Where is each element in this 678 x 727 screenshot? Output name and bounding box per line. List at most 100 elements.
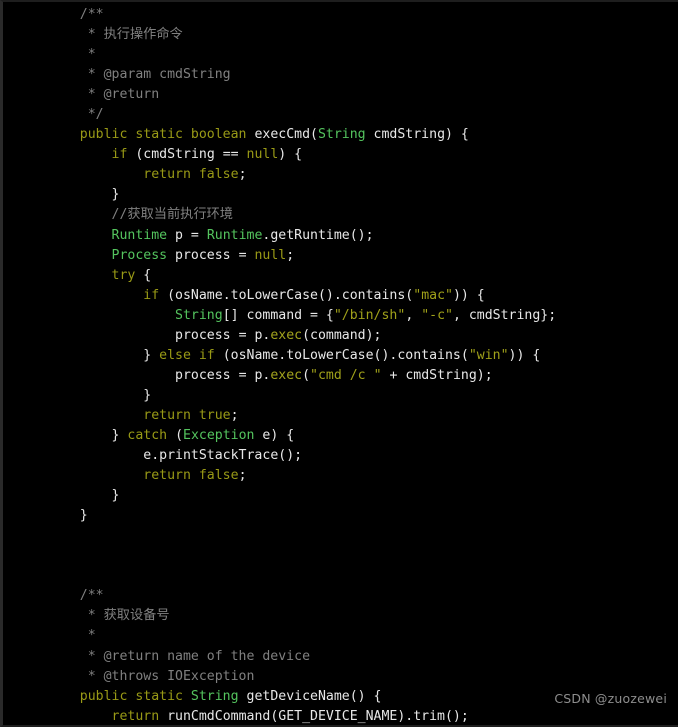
- code-line: }: [48, 386, 556, 406]
- code-line: return false;: [48, 466, 556, 486]
- code-line: *: [48, 626, 556, 646]
- identifier-token: ;: [286, 247, 295, 263]
- keyword-token: null: [246, 147, 279, 163]
- code-line: */: [48, 105, 556, 125]
- comment-token: * @return name of the device: [48, 648, 311, 664]
- identifier-token: .getRuntime();: [262, 227, 374, 243]
- comment-token: * 获取设备号: [48, 608, 170, 624]
- keyword-token: null: [254, 247, 287, 263]
- comment-token: /**: [48, 588, 104, 604]
- identifier-token: ;: [238, 468, 247, 484]
- method-token: exec: [270, 367, 303, 383]
- comment-token: * @param cmdString: [48, 67, 231, 83]
- identifier-token: ;: [238, 167, 247, 183]
- code-line: if (osName.toLowerCase().contains("mac")…: [48, 286, 556, 306]
- identifier-token: + cmdString);: [381, 367, 493, 383]
- type-token: Runtime: [111, 227, 168, 243]
- identifier-token: (: [167, 427, 184, 443]
- code-line: } else if (osName.toLowerCase().contains…: [48, 346, 556, 366]
- identifier-token: (cmdString ==: [127, 147, 247, 163]
- code-line: Process process = null;: [48, 246, 556, 266]
- code-line: * @param cmdString: [48, 65, 556, 85]
- keyword-token: return false: [143, 167, 239, 183]
- brace-token: }: [111, 427, 128, 443]
- identifier-token: (osName.toLowerCase().contains(: [159, 287, 414, 303]
- keyword-token: catch: [127, 427, 168, 443]
- type-token: Process: [111, 247, 168, 263]
- identifier-token: runCmdCommand(GET_DEVICE_NAME).trim();: [159, 708, 469, 724]
- keyword-token: return: [111, 708, 160, 724]
- identifier-token: )) {: [452, 287, 485, 303]
- code-line: /**: [48, 5, 556, 25]
- identifier-token: [] command = {: [222, 307, 334, 323]
- identifier-token: , cmdString};: [452, 307, 557, 323]
- type-token: String: [190, 688, 239, 704]
- comment-token: * @return: [48, 87, 160, 103]
- code-line: * @throws IOException: [48, 667, 556, 687]
- code-line: return true;: [48, 406, 556, 426]
- identifier-token: process = p.: [175, 367, 271, 383]
- string-token: "cmd /c ": [310, 367, 382, 383]
- string-token: "-c": [421, 307, 453, 323]
- keyword-token: if: [111, 147, 128, 163]
- identifier-token: cmdString) {: [365, 127, 469, 143]
- keyword-token: public static boolean: [79, 127, 255, 143]
- keyword-token: else if: [159, 347, 215, 363]
- comment-token: /**: [48, 7, 104, 22]
- comment-token: * 执行操作命令: [48, 27, 183, 43]
- code-line: public static String getDeviceName() {: [48, 687, 556, 707]
- type-token: Runtime: [206, 227, 263, 243]
- identifier-token: getDeviceName() {: [238, 688, 382, 704]
- keyword-token: public static: [79, 688, 191, 704]
- comment-token: *: [48, 628, 96, 644]
- identifier-token: )) {: [508, 347, 541, 363]
- comment-token: * @throws IOException: [48, 668, 255, 684]
- code-line: *: [48, 45, 556, 65]
- identifier-token: (osName.toLowerCase().contains(: [214, 347, 469, 363]
- brace-token: }: [48, 508, 88, 524]
- code-line: /**: [48, 586, 556, 606]
- identifier-token: execCmd(: [254, 127, 318, 143]
- code-line: * 获取设备号: [48, 606, 556, 626]
- code-viewer: /** * 执行操作命令 * * @param cmdString * @ret…: [0, 0, 678, 727]
- code-line: * @return: [48, 85, 556, 105]
- string-token: "win": [468, 347, 509, 363]
- identifier-token: (command);: [302, 327, 382, 343]
- code-listing[interactable]: /** * 执行操作命令 * * @param cmdString * @ret…: [48, 5, 557, 725]
- keyword-token: return false: [143, 468, 239, 484]
- code-line: //获取当前执行环境: [48, 205, 556, 225]
- code-line: * @return name of the device: [48, 647, 556, 667]
- method-token: exec: [270, 327, 303, 343]
- brace-token: }: [143, 347, 160, 363]
- code-line: e.printStackTrace();: [48, 446, 556, 466]
- code-line: }: [48, 486, 556, 506]
- code-line: public static boolean execCmd(String cmd…: [48, 125, 556, 145]
- code-line: if (cmdString == null) {: [48, 145, 556, 165]
- code-line: try {: [48, 266, 556, 286]
- identifier-token: process =: [167, 247, 255, 263]
- identifier-token: e) {: [254, 427, 295, 443]
- type-token: Exception: [183, 427, 255, 443]
- type-token: String: [175, 307, 223, 323]
- code-line: return false;: [48, 165, 556, 185]
- identifier-token: ,: [405, 307, 422, 323]
- identifier-token: (: [302, 367, 311, 383]
